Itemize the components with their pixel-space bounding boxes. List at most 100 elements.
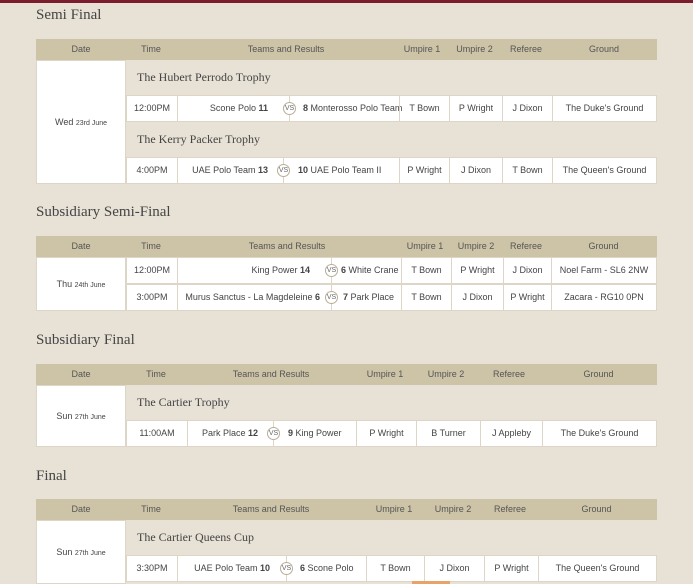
match-date: Thu 24th June xyxy=(36,257,126,311)
header-time: Time xyxy=(146,369,166,379)
header-umpire1: Umpire 1 xyxy=(366,369,404,379)
team-away: 10 UAE Polo Team II xyxy=(298,165,382,175)
header-teams: Teams and Results xyxy=(232,369,310,379)
header-umpire1: Umpire 1 xyxy=(403,44,441,54)
team-home: Park Place 12 xyxy=(201,428,258,438)
header-umpire2: Umpire 2 xyxy=(427,369,465,379)
match-date: Wed 23rd June xyxy=(36,60,126,184)
semi-final-table: Date Time Teams and Results Umpire 1 Ump… xyxy=(36,39,657,184)
team-away: 6 Scone Polo xyxy=(300,563,354,573)
header-time: Time xyxy=(141,44,161,54)
team-home: UAE Polo Team 10 xyxy=(194,563,270,573)
match-teams: Murus Sanctus - La Magdeleine 6 VS 7 Par… xyxy=(177,285,401,310)
subsidiary-final-table: Date Time Teams and Results Umpire 1 Ump… xyxy=(36,364,657,447)
umpire1: P Wright xyxy=(399,158,449,183)
header-ground: Ground xyxy=(588,44,620,54)
match-teams: UAE Polo Team 13 VS 10 UAE Polo Team II xyxy=(177,158,399,183)
match-date: Sun 27th June xyxy=(36,385,126,447)
team-away: 6 White Crane xyxy=(341,265,399,275)
header-referee: Referee xyxy=(509,241,543,251)
vs-badge: VS xyxy=(283,102,296,115)
umpire1: T Bown xyxy=(366,556,424,581)
header-ground: Ground xyxy=(581,504,612,514)
umpire2: J Dixon xyxy=(449,158,502,183)
team-away: 8 Monterosso Polo Team xyxy=(303,103,403,113)
referee: J Dixon xyxy=(503,258,551,283)
header-teams: Teams and Results xyxy=(247,44,325,54)
final-table: Date Time Teams and Results Umpire 1 Ump… xyxy=(36,499,657,584)
ground: The Duke's Ground xyxy=(552,96,656,121)
header-teams: Teams and Results xyxy=(248,241,326,251)
header-ground: Ground xyxy=(588,241,619,251)
match-row[interactable]: 4:00PM UAE Polo Team 13 VS 10 UAE Polo T… xyxy=(126,157,657,184)
referee: J Appleby xyxy=(480,421,542,446)
umpire1: T Bown xyxy=(401,258,451,283)
match-row[interactable]: 12:00PM King Power 14 VS 6 White Crane T… xyxy=(126,257,657,284)
table-header: Date Time Teams and Results Umpire 1 Ump… xyxy=(36,39,657,60)
match-time: 12:00PM xyxy=(133,265,171,275)
header-referee: Referee xyxy=(492,369,526,379)
header-umpire2: Umpire 2 xyxy=(457,241,495,251)
team-away: 9 King Power xyxy=(288,428,342,438)
vs-badge: VS xyxy=(325,291,338,304)
ground: The Queen's Ground xyxy=(538,556,656,581)
team-home: Murus Sanctus - La Magdeleine 6 xyxy=(185,292,320,302)
match-date: Sun 27th June xyxy=(36,520,126,584)
trophy-title: The Kerry Packer Trophy xyxy=(137,132,260,146)
match-teams: UAE Polo Team 10 VS 6 Scone Polo xyxy=(177,556,366,581)
referee: P Wright xyxy=(503,285,551,310)
header-referee: Referee xyxy=(493,504,527,514)
table-header: Date Time Teams and Results Umpire 1 Ump… xyxy=(36,364,657,385)
header-ground: Ground xyxy=(583,369,614,379)
ground: The Queen's Ground xyxy=(552,158,656,183)
team-home: UAE Polo Team 13 xyxy=(192,165,268,175)
trophy-title: The Cartier Queens Cup xyxy=(137,530,254,544)
umpire1: T Bown xyxy=(401,285,451,310)
header-umpire1: Umpire 1 xyxy=(406,241,444,251)
header-date: Date xyxy=(71,504,91,514)
umpire2: P Wright xyxy=(449,96,502,121)
team-away: 7 Park Place xyxy=(343,292,395,302)
header-date: Date xyxy=(71,369,91,379)
ground: The Duke's Ground xyxy=(542,421,656,446)
section-title-subsidiary-final: Subsidiary Final xyxy=(36,332,135,348)
header-time: Time xyxy=(141,241,161,251)
match-row[interactable]: 3:00PM Murus Sanctus - La Magdeleine 6 V… xyxy=(126,284,657,311)
referee: P Wright xyxy=(484,556,538,581)
header-time: Time xyxy=(141,504,161,514)
subsidiary-semi-final-table: Date Time Teams and Results Umpire 1 Ump… xyxy=(36,236,657,311)
vs-badge: VS xyxy=(325,264,338,277)
match-row[interactable]: 11:00AM Park Place 12 VS 9 King Power P … xyxy=(126,420,657,447)
match-time: 12:00PM xyxy=(133,103,171,113)
table-header: Date Time Teams and Results Umpire 1 Ump… xyxy=(36,236,657,257)
section-title-semi-final: Semi Final xyxy=(36,7,102,23)
match-time: 3:00PM xyxy=(136,292,168,302)
referee: J Dixon xyxy=(502,96,552,121)
umpire2: J Dixon xyxy=(424,556,484,581)
match-row[interactable]: 3:30PM UAE Polo Team 10 VS 6 Scone Polo … xyxy=(126,555,657,582)
umpire2: J Dixon xyxy=(451,285,503,310)
match-teams: King Power 14 VS 6 White Crane xyxy=(177,258,401,283)
header-umpire2: Umpire 2 xyxy=(456,44,493,54)
section-title-final: Final xyxy=(36,468,67,484)
ground: Noel Farm - SL6 2NW xyxy=(551,258,656,283)
top-accent-bar xyxy=(0,0,693,3)
vs-badge: VS xyxy=(280,562,293,575)
umpire2: P Wright xyxy=(451,258,503,283)
header-date: Date xyxy=(71,241,91,251)
trophy-title: The Cartier Trophy xyxy=(137,395,230,409)
team-home: King Power 14 xyxy=(251,265,310,275)
match-time: 3:30PM xyxy=(136,563,168,573)
umpire1: P Wright xyxy=(356,421,416,446)
section-title-subsidiary-semi-final: Subsidiary Semi-Final xyxy=(36,204,171,220)
umpire2: B Turner xyxy=(416,421,480,446)
umpire1: T Bown xyxy=(399,96,449,121)
match-row[interactable]: 12:00PM Scone Polo 11 VS 8 Monterosso Po… xyxy=(126,95,657,122)
vs-badge: VS xyxy=(267,427,280,440)
header-referee: Referee xyxy=(509,44,543,54)
trophy-title: The Hubert Perrodo Trophy xyxy=(137,70,271,84)
header-umpire2: Umpire 2 xyxy=(434,504,472,514)
header-date: Date xyxy=(71,44,91,54)
team-home: Scone Polo 11 xyxy=(209,103,268,113)
header-teams: Teams and Results xyxy=(232,504,310,514)
